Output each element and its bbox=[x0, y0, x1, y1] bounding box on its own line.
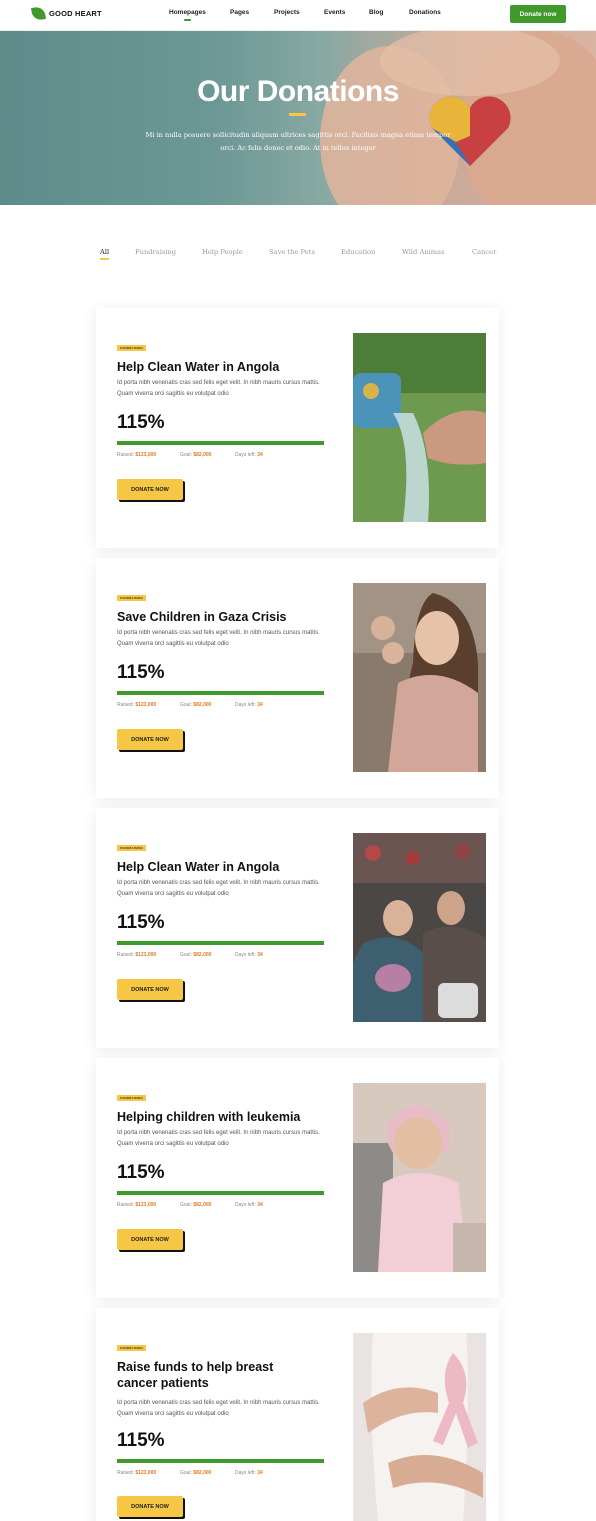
title-accent-bar bbox=[289, 113, 306, 116]
filter-help-people[interactable]: Help People bbox=[202, 248, 243, 256]
nav-homepages[interactable]: Homepages bbox=[169, 9, 206, 16]
water-pouring-into-hands-image[interactable] bbox=[353, 333, 486, 522]
card-description: Id porta nibh venenatis cras sed felis e… bbox=[117, 880, 320, 897]
raised-value: $123,000 bbox=[135, 952, 157, 958]
donation-card: FUNDRAISING Raise funds to help breast c… bbox=[96, 1308, 499, 1521]
goal-value: $82,000 bbox=[193, 952, 212, 958]
days-left-label: Days left: bbox=[235, 452, 256, 458]
goal-value: $82,000 bbox=[193, 1470, 212, 1476]
category-tag: FUNDRAISING bbox=[117, 345, 147, 351]
nav-active-indicator bbox=[184, 19, 191, 21]
category-tag: FUNDRAISING bbox=[117, 1095, 147, 1101]
page-title: Our Donations bbox=[197, 75, 399, 108]
progress-bar bbox=[117, 1459, 324, 1463]
days-left-value: 34 bbox=[257, 1470, 263, 1476]
goal-label: Goal: bbox=[180, 452, 192, 458]
hands-heart-puzzle-image bbox=[320, 31, 596, 205]
donation-card: FUNDRAISING Helping children with leukem… bbox=[96, 1058, 499, 1298]
card-description: Id porta nibh venenatis cras sed felis e… bbox=[117, 1130, 320, 1147]
donate-now-card-button[interactable]: DONATE NOW bbox=[117, 1496, 183, 1517]
progress-percent: 115% bbox=[117, 912, 165, 933]
card-title[interactable]: Raise funds to help breast cancer patien… bbox=[117, 1359, 317, 1391]
raised-value: $123,000 bbox=[135, 702, 157, 708]
card-description: Id porta nibh venenatis cras sed felis e… bbox=[117, 380, 320, 397]
progress-percent: 115% bbox=[117, 1430, 165, 1451]
progress-bar bbox=[117, 941, 324, 945]
raised-value: $123,000 bbox=[135, 1202, 157, 1208]
raised-label: Raised: bbox=[117, 1470, 134, 1476]
girl-with-headscarf-image[interactable] bbox=[353, 1083, 486, 1272]
donate-now-card-button[interactable]: DONATE NOW bbox=[117, 479, 183, 500]
filter-save-the-pets[interactable]: Save the Pets bbox=[269, 248, 315, 256]
days-left-value: 34 bbox=[257, 952, 263, 958]
raised-value: $123,000 bbox=[135, 452, 157, 458]
days-left-label: Days left: bbox=[235, 702, 256, 708]
raised-label: Raised: bbox=[117, 952, 134, 958]
goal-value: $82,000 bbox=[193, 702, 212, 708]
goal-label: Goal: bbox=[180, 1202, 192, 1208]
goal-label: Goal: bbox=[180, 1470, 192, 1476]
donation-card: FUNDRAISING Save Children in Gaza Crisis… bbox=[96, 558, 499, 798]
donate-now-card-button[interactable]: DONATE NOW bbox=[117, 979, 183, 1000]
progress-bar bbox=[117, 441, 324, 445]
card-title[interactable]: Save Children in Gaza Crisis bbox=[117, 609, 317, 625]
main-nav: Homepages Pages Projects Events Blog Don… bbox=[0, 9, 596, 23]
children-portrait-image[interactable] bbox=[353, 583, 486, 772]
goal-value: $82,000 bbox=[193, 452, 212, 458]
goal-label: Goal: bbox=[180, 702, 192, 708]
days-left-value: 34 bbox=[257, 452, 263, 458]
raised-label: Raised: bbox=[117, 1202, 134, 1208]
card-title[interactable]: Help Clean Water in Angola bbox=[117, 359, 317, 375]
nav-donations[interactable]: Donations bbox=[409, 9, 441, 16]
donation-card: FUNDRAISING Help Clean Water in Angola I… bbox=[96, 308, 499, 548]
donate-now-card-button[interactable]: DONATE NOW bbox=[117, 1229, 183, 1250]
nav-projects[interactable]: Projects bbox=[274, 9, 300, 16]
hero-banner: Our Donations Mi in nulla posuere sollic… bbox=[0, 31, 596, 205]
card-description: Id porta nibh venenatis cras sed felis e… bbox=[117, 630, 320, 647]
progress-percent: 115% bbox=[117, 662, 165, 683]
refugee-children-crowd-image[interactable] bbox=[353, 833, 486, 1022]
days-left-label: Days left: bbox=[235, 1470, 256, 1476]
category-tag: FUNDRAISING bbox=[117, 595, 147, 601]
progress-bar bbox=[117, 691, 324, 695]
donation-card: FUNDRAISING Help Clean Water in Angola I… bbox=[96, 808, 499, 1048]
card-title[interactable]: Help Clean Water in Angola bbox=[117, 859, 317, 875]
nav-blog[interactable]: Blog bbox=[369, 9, 383, 16]
donate-now-card-button[interactable]: DONATE NOW bbox=[117, 729, 183, 750]
days-left-value: 34 bbox=[257, 1202, 263, 1208]
filter-all[interactable]: All bbox=[100, 248, 109, 256]
category-tag: FUNDRAISING bbox=[117, 1345, 147, 1351]
category-tag: FUNDRAISING bbox=[117, 845, 147, 851]
nav-pages[interactable]: Pages bbox=[230, 9, 249, 16]
raised-value: $123,000 bbox=[135, 1470, 157, 1476]
filter-active-indicator bbox=[100, 258, 109, 260]
card-description: Id porta nibh venenatis cras sed felis e… bbox=[117, 1400, 320, 1417]
days-left-label: Days left: bbox=[235, 1202, 256, 1208]
goal-value: $82,000 bbox=[193, 1202, 212, 1208]
hero-subtitle: Mi in nulla posuere sollicitudin aliquam… bbox=[145, 131, 451, 152]
progress-percent: 115% bbox=[117, 412, 165, 433]
days-left-label: Days left: bbox=[235, 952, 256, 958]
filter-education[interactable]: Education bbox=[341, 248, 375, 256]
site-header: GOOD HEART Homepages Pages Projects Even… bbox=[0, 0, 596, 31]
raised-label: Raised: bbox=[117, 452, 134, 458]
pink-ribbon-image[interactable] bbox=[353, 1333, 486, 1521]
progress-bar bbox=[117, 1191, 324, 1195]
card-title[interactable]: Helping children with leukemia bbox=[117, 1109, 317, 1125]
filter-cancer[interactable]: Cancer bbox=[472, 248, 496, 256]
days-left-value: 34 bbox=[257, 702, 263, 708]
filter-wild-animas[interactable]: Wild Animas bbox=[402, 248, 444, 256]
category-filters: All Fundraising Help People Save the Pet… bbox=[0, 248, 596, 262]
filter-fundraising[interactable]: Fundraising bbox=[135, 248, 176, 256]
raised-label: Raised: bbox=[117, 702, 134, 708]
donate-now-button[interactable]: Donate now bbox=[510, 5, 566, 23]
nav-events[interactable]: Events bbox=[324, 9, 345, 16]
progress-percent: 115% bbox=[117, 1162, 165, 1183]
goal-label: Goal: bbox=[180, 952, 192, 958]
